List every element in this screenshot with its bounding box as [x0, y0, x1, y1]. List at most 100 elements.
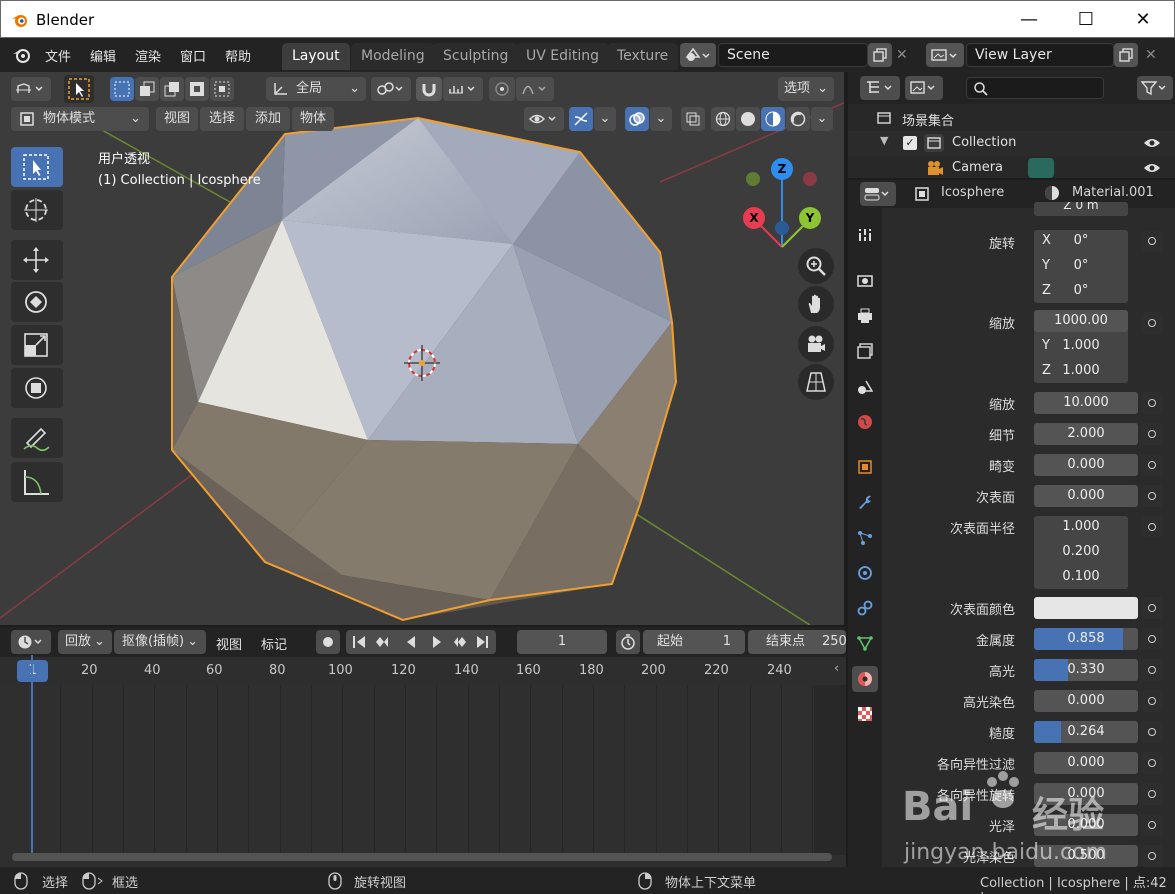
shading-material-button[interactable] — [761, 107, 785, 131]
tab-object[interactable] — [852, 454, 878, 480]
tab-texture[interactable] — [852, 701, 878, 727]
select-extend-button[interactable] — [135, 77, 159, 101]
active-material-name[interactable]: Material.001 — [1072, 185, 1154, 200]
tab-constraints[interactable] — [852, 595, 878, 621]
tab-sculpting[interactable]: Sculpting — [433, 43, 519, 70]
subsurface-field[interactable]: 0.000 — [1034, 485, 1138, 507]
menu-add[interactable]: 添加 — [246, 107, 290, 131]
tab-render[interactable] — [852, 267, 878, 293]
tab-output[interactable] — [852, 303, 878, 329]
scene-remove-icon[interactable]: ✕ — [896, 47, 908, 63]
specular-slider[interactable]: 0.330 — [1034, 659, 1138, 681]
tab-uv-editing[interactable]: UV Editing — [516, 43, 610, 70]
detail-socket-button[interactable] — [1141, 423, 1163, 445]
shading-wireframe-button[interactable] — [711, 107, 735, 131]
sheen-tint-field[interactable]: 0.500 — [1034, 845, 1138, 867]
outliner-search-input[interactable] — [966, 77, 1104, 99]
scale-z-field[interactable]: Z 1.000 — [1034, 360, 1128, 382]
sheen-field[interactable]: 0.000 — [1034, 814, 1138, 836]
proportional-edit-button[interactable] — [489, 77, 515, 101]
disclosure-triangle-icon[interactable]: ▼ — [880, 134, 888, 147]
keying-dropdown[interactable]: 抠像(插帧) ⌄ — [114, 630, 206, 654]
3d-viewport[interactable]: Z X Y 全局 ⌄ 选项 ⌄ 物体模式 ⌄ 视图 选择 添加 物体 ⌄ ⌄ ⌄ — [0, 72, 846, 625]
subsurface-radius-z-field[interactable]: 0.100 — [1034, 566, 1128, 588]
outliner-editor-type-button[interactable] — [860, 76, 900, 100]
menu-window[interactable]: 窗口 — [180, 46, 206, 65]
tab-material[interactable] — [852, 666, 878, 692]
view-layer-browse-button[interactable] — [926, 43, 964, 67]
metallic-socket-button[interactable] — [1141, 628, 1163, 650]
proportional-falloff-dropdown[interactable] — [516, 77, 554, 101]
metallic-slider[interactable]: 0.858 — [1034, 628, 1138, 650]
view-layer-name-field[interactable]: View Layer — [966, 43, 1114, 67]
select-mode-tool-button[interactable] — [64, 75, 94, 103]
gizmo-y-axis[interactable]: Y — [799, 207, 821, 229]
filter-dropdown[interactable] — [1137, 76, 1173, 100]
menu-render[interactable]: 渲染 — [135, 46, 161, 65]
roughness-socket-button[interactable] — [1141, 721, 1163, 743]
active-object-name[interactable]: Icosphere — [941, 185, 1004, 200]
select-invert-button[interactable] — [185, 77, 209, 101]
tab-tool[interactable] — [852, 222, 878, 248]
eye-icon[interactable] — [1143, 136, 1161, 150]
rotation-socket-button[interactable] — [1141, 230, 1163, 252]
minimize-button[interactable]: — — [1006, 7, 1052, 33]
specular-tint-field[interactable]: 0.000 — [1034, 690, 1138, 712]
tool-cursor[interactable] — [11, 190, 63, 230]
subsurface-color-socket-button[interactable] — [1141, 597, 1163, 619]
mode-dropdown[interactable]: 物体模式 ⌄ — [11, 107, 149, 131]
xray-toggle-button[interactable] — [681, 107, 705, 131]
close-window-button[interactable]: ✕ — [1120, 7, 1166, 33]
snap-toggle-button[interactable] — [416, 77, 442, 101]
snap-target-dropdown[interactable] — [443, 77, 483, 101]
end-frame-field[interactable]: 结束点 250 — [748, 630, 847, 654]
tool-scale[interactable] — [11, 325, 63, 365]
tab-data[interactable] — [852, 630, 878, 656]
gizmo-z-axis[interactable]: Z — [771, 158, 793, 180]
shading-dropdown[interactable]: ⌄ — [811, 107, 833, 131]
tool-select-box[interactable] — [11, 147, 63, 187]
menu-select[interactable]: 选择 — [200, 107, 244, 131]
timeline-menu-view[interactable]: 视图 — [216, 634, 242, 653]
subsurface-radius-y-field[interactable]: 0.200 — [1034, 541, 1128, 563]
display-mode-dropdown[interactable] — [905, 76, 943, 100]
timeline-editor-type-button[interactable] — [11, 630, 51, 654]
timeline-menu-marker[interactable]: 标记 — [261, 634, 287, 653]
menu-object[interactable]: 物体 — [292, 107, 334, 131]
timeline-body[interactable] — [0, 655, 846, 867]
gizmo-x-axis[interactable]: X — [743, 207, 765, 229]
perspective-toggle-button[interactable] — [798, 364, 834, 400]
distortion-socket-button[interactable] — [1141, 454, 1163, 476]
playhead-line[interactable] — [31, 655, 33, 855]
anisotropic-field[interactable]: 0.000 — [1034, 752, 1138, 774]
scale-vector-socket-button[interactable] — [1141, 312, 1163, 334]
visibility-dropdown[interactable] — [524, 107, 564, 131]
select-new-button[interactable] — [110, 77, 134, 101]
anisotropic-rotation-field[interactable]: 0.000 — [1034, 783, 1138, 805]
scale-x-field[interactable]: 1000.00 — [1034, 310, 1128, 332]
icosphere-mesh[interactable] — [172, 118, 676, 620]
subsurface-socket-button[interactable] — [1141, 485, 1163, 507]
maximize-button[interactable]: ☐ — [1063, 7, 1109, 33]
noise-scale-field[interactable]: 10.000 — [1034, 392, 1138, 414]
options-dropdown[interactable]: 选项 ⌄ — [778, 77, 834, 101]
camera-view-button[interactable] — [798, 326, 834, 362]
camera-data-icon[interactable] — [1028, 158, 1054, 178]
frame-ruler[interactable]: 1 20 40 60 80 100 120 140 160 180 200 22… — [0, 657, 846, 685]
playback-controls[interactable] — [346, 630, 496, 654]
gizmo-toggle-button[interactable] — [569, 107, 593, 131]
location-z-field[interactable]: Z 0 m — [1034, 202, 1128, 216]
pivot-point-dropdown[interactable] — [371, 77, 411, 101]
select-intersect-button[interactable] — [210, 77, 234, 101]
select-subtract-button[interactable] — [160, 77, 184, 101]
tab-scene[interactable] — [852, 374, 878, 400]
tab-layout[interactable]: Layout — [282, 43, 350, 70]
subsurface-radius-x-field[interactable]: 1.000 — [1034, 516, 1128, 538]
menu-help[interactable]: 帮助 — [225, 46, 251, 65]
subsurface-radius-socket-button[interactable] — [1141, 516, 1163, 538]
record-button[interactable] — [316, 630, 340, 654]
subsurface-color-swatch[interactable] — [1034, 597, 1138, 619]
menu-view[interactable]: 视图 — [156, 107, 198, 131]
scene-name-field[interactable]: Scene — [718, 43, 868, 67]
view-layer-copy-button[interactable] — [1114, 43, 1138, 67]
